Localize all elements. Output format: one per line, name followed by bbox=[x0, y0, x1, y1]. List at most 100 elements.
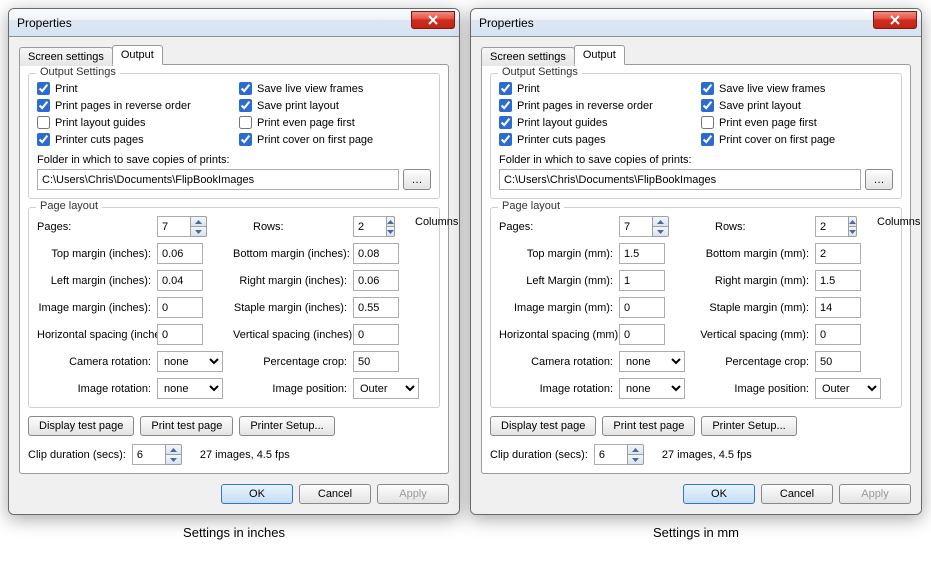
print-test-button[interactable]: Print test page bbox=[140, 416, 233, 436]
image-rotation-select[interactable]: none bbox=[619, 378, 685, 399]
chevron-down-icon bbox=[657, 230, 664, 234]
clip-spinner[interactable] bbox=[627, 444, 644, 465]
close-button[interactable] bbox=[873, 11, 917, 29]
hspacing-input[interactable] bbox=[157, 324, 203, 345]
ok-button[interactable]: OK bbox=[683, 484, 755, 504]
clip-info: 27 images, 4.5 fps bbox=[188, 449, 290, 461]
apply-button[interactable]: Apply bbox=[377, 484, 449, 504]
image-margin-input[interactable] bbox=[619, 297, 665, 318]
lbl-camrot: Camera rotation: bbox=[499, 356, 619, 368]
tab-output[interactable]: Output bbox=[574, 45, 625, 65]
lbl-imgpos: Image position: bbox=[695, 383, 815, 395]
folder-input[interactable] bbox=[499, 169, 861, 190]
pages-spinner[interactable] bbox=[190, 216, 207, 237]
chk-save-layout[interactable]: Save print layout bbox=[239, 99, 431, 112]
chk-cover[interactable]: Print cover on first page bbox=[239, 133, 431, 146]
top-input[interactable] bbox=[157, 243, 203, 264]
clip-label: Clip duration (secs): bbox=[28, 449, 126, 461]
clip-info: 27 images, 4.5 fps bbox=[650, 449, 752, 461]
lbl-cols: Columns: bbox=[857, 216, 922, 237]
vspacing-input[interactable] bbox=[815, 324, 861, 345]
chk-even-first[interactable]: Print even page first bbox=[701, 116, 893, 129]
pages-input[interactable] bbox=[157, 216, 191, 237]
group-legend: Page layout bbox=[498, 200, 564, 212]
chk-print[interactable]: Print bbox=[37, 82, 229, 95]
rows-spinner[interactable] bbox=[848, 216, 857, 237]
lbl-pctcrop: Percentage crop: bbox=[233, 356, 353, 368]
lbl-imgrot: Image rotation: bbox=[37, 383, 157, 395]
display-test-button[interactable]: Display test page bbox=[490, 416, 596, 436]
clip-duration-input[interactable] bbox=[594, 444, 628, 465]
pages-input[interactable] bbox=[619, 216, 653, 237]
clip-spinner[interactable] bbox=[165, 444, 182, 465]
cancel-button[interactable]: Cancel bbox=[761, 484, 833, 504]
lbl-rows: Rows: bbox=[695, 221, 815, 233]
vspacing-input[interactable] bbox=[353, 324, 399, 345]
pctcrop-input[interactable] bbox=[815, 351, 861, 372]
apply-button[interactable]: Apply bbox=[839, 484, 911, 504]
titlebar: Properties bbox=[471, 9, 921, 37]
bottom-input[interactable] bbox=[815, 243, 861, 264]
lbl-top: Top margin (mm): bbox=[499, 248, 619, 260]
right-input[interactable] bbox=[815, 270, 861, 291]
chk-cuts[interactable]: Printer cuts pages bbox=[37, 133, 229, 146]
tab-output[interactable]: Output bbox=[112, 45, 163, 65]
chk-save-layout[interactable]: Save print layout bbox=[701, 99, 893, 112]
rows-spinner[interactable] bbox=[386, 216, 395, 237]
chk-reverse[interactable]: Print pages in reverse order bbox=[37, 99, 229, 112]
right-input[interactable] bbox=[353, 270, 399, 291]
chk-even-first[interactable]: Print even page first bbox=[239, 116, 431, 129]
rows-input[interactable] bbox=[353, 216, 387, 237]
folder-label: Folder in which to save copies of prints… bbox=[499, 154, 893, 166]
close-button[interactable] bbox=[411, 11, 455, 29]
tab-screen-settings[interactable]: Screen settings bbox=[481, 47, 575, 66]
image-position-select[interactable]: Outer bbox=[353, 378, 419, 399]
browse-button[interactable]: … bbox=[403, 169, 431, 190]
staple-input[interactable] bbox=[815, 297, 861, 318]
image-position-select[interactable]: Outer bbox=[815, 378, 881, 399]
group-legend: Output Settings bbox=[36, 66, 120, 78]
chk-cover[interactable]: Print cover on first page bbox=[701, 133, 893, 146]
tab-screen-settings[interactable]: Screen settings bbox=[19, 47, 113, 66]
rows-input[interactable] bbox=[815, 216, 849, 237]
tab-bar: Screen settings Output bbox=[481, 45, 911, 64]
clip-label: Clip duration (secs): bbox=[490, 449, 588, 461]
lbl-cols: Columns: bbox=[395, 216, 460, 237]
group-output-settings: Output Settings Print Save live view fra… bbox=[28, 73, 440, 199]
chk-guides[interactable]: Print layout guides bbox=[499, 116, 691, 129]
lbl-left: Left margin (inches): bbox=[37, 275, 157, 287]
pages-spinner[interactable] bbox=[652, 216, 669, 237]
chk-reverse[interactable]: Print pages in reverse order bbox=[499, 99, 691, 112]
printer-setup-button[interactable]: Printer Setup... bbox=[239, 416, 334, 436]
chk-save-live[interactable]: Save live view frames bbox=[701, 82, 893, 95]
left-input[interactable] bbox=[619, 270, 665, 291]
caption: Settings in mm bbox=[653, 525, 739, 540]
folder-input[interactable] bbox=[37, 169, 399, 190]
image-margin-input[interactable] bbox=[157, 297, 203, 318]
top-input[interactable] bbox=[619, 243, 665, 264]
hspacing-input[interactable] bbox=[619, 324, 665, 345]
group-output-settings: Output Settings Print Save live view fra… bbox=[490, 73, 902, 199]
image-rotation-select[interactable]: none bbox=[157, 378, 223, 399]
camera-rotation-select[interactable]: none bbox=[619, 351, 685, 372]
printer-setup-button[interactable]: Printer Setup... bbox=[701, 416, 796, 436]
clip-duration-input[interactable] bbox=[132, 444, 166, 465]
cancel-button[interactable]: Cancel bbox=[299, 484, 371, 504]
chk-print[interactable]: Print bbox=[499, 82, 691, 95]
bottom-input[interactable] bbox=[353, 243, 399, 264]
browse-button[interactable]: … bbox=[865, 169, 893, 190]
group-legend: Page layout bbox=[36, 200, 102, 212]
left-input[interactable] bbox=[157, 270, 203, 291]
lbl-pctcrop: Percentage crop: bbox=[695, 356, 815, 368]
properties-dialog: Properties Screen settings Output Output… bbox=[8, 8, 460, 515]
pctcrop-input[interactable] bbox=[353, 351, 399, 372]
ok-button[interactable]: OK bbox=[221, 484, 293, 504]
chk-cuts[interactable]: Printer cuts pages bbox=[499, 133, 691, 146]
display-test-button[interactable]: Display test page bbox=[28, 416, 134, 436]
chk-guides[interactable]: Print layout guides bbox=[37, 116, 229, 129]
staple-input[interactable] bbox=[353, 297, 399, 318]
print-test-button[interactable]: Print test page bbox=[602, 416, 695, 436]
chk-save-live[interactable]: Save live view frames bbox=[239, 82, 431, 95]
camera-rotation-select[interactable]: none bbox=[157, 351, 223, 372]
lbl-bot: Bottom margin (mm): bbox=[695, 248, 815, 260]
